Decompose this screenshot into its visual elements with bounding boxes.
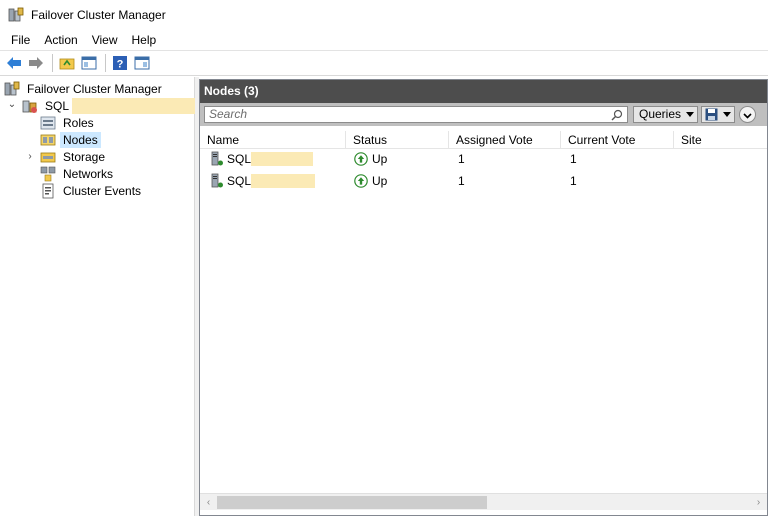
node-status: Up (372, 174, 388, 188)
nodes-icon (40, 132, 56, 148)
dropdown-arrow-icon (723, 112, 731, 117)
search-bar: Search Queries (200, 103, 767, 126)
tree-item-cluster[interactable]: SQL (22, 97, 199, 114)
redacted-node-name (251, 174, 316, 188)
toolbar: ? (0, 50, 768, 76)
window-title: Failover Cluster Manager (31, 8, 166, 22)
nodes-pane: Nodes (3) Search Queries Name Status Ass… (199, 79, 768, 516)
tree-item-label: Roles (63, 115, 94, 130)
tree-item-label: Storage (63, 149, 106, 164)
table-row[interactable]: SQL Up 1 1 (200, 148, 767, 170)
site-cell (682, 170, 762, 192)
save-query-button[interactable] (701, 106, 735, 123)
failover-cluster-icon (8, 7, 24, 23)
node-name-cell: SQL (210, 148, 346, 170)
up-folder-icon[interactable] (57, 53, 77, 73)
back-arrow-icon[interactable] (4, 53, 24, 73)
queries-button[interactable]: Queries (633, 106, 698, 123)
scroll-left-icon[interactable]: ‹ (200, 494, 217, 511)
server-node-icon (210, 151, 224, 167)
tree-item-label: Nodes (60, 131, 101, 148)
tree-cluster-label: SQL (45, 98, 70, 113)
svg-text:?: ? (117, 59, 124, 71)
redacted-cluster-name (72, 97, 199, 114)
pane-title: Nodes (3) (200, 80, 767, 103)
column-header-current-vote[interactable]: Current Vote (561, 131, 674, 149)
toolbar-separator (105, 54, 106, 72)
tree-item-storage[interactable]: Storage (40, 148, 108, 165)
assigned-vote-cell: 1 (458, 152, 465, 166)
roles-icon (40, 115, 56, 131)
forward-arrow-icon[interactable] (26, 53, 46, 73)
tree-item-label: Networks (63, 166, 114, 181)
cluster-icon (22, 98, 38, 114)
tree-root-failover-cluster-manager[interactable]: Failover Cluster Manager (4, 80, 165, 97)
dropdown-arrow-icon (686, 112, 694, 117)
title-bar: Failover Cluster Manager (0, 0, 768, 30)
column-header-status[interactable]: Status (346, 131, 449, 149)
scrollbar-thumb[interactable] (217, 496, 487, 509)
node-status-cell: Up (354, 148, 449, 170)
cluster-events-icon (40, 183, 56, 199)
column-header-name[interactable]: Name (200, 131, 346, 149)
search-input[interactable]: Search (204, 106, 628, 123)
node-name-cell: SQL (210, 170, 346, 192)
node-status-cell: Up (354, 170, 449, 192)
show-hide-console-tree-icon[interactable] (79, 53, 99, 73)
column-header-site[interactable]: Site (674, 131, 767, 149)
help-icon[interactable]: ? (110, 53, 130, 73)
menu-action[interactable]: Action (37, 30, 84, 50)
site-cell (682, 148, 762, 170)
assigned-vote-cell: 1 (458, 174, 465, 188)
redacted-node-name (251, 152, 314, 166)
table-row[interactable]: SQL Up 1 1 (200, 170, 767, 192)
menu-bar: File Action View Help (0, 30, 768, 50)
console-tree: Failover Cluster Manager ⌄ SQL Roles Nod… (0, 77, 199, 516)
node-name: SQL (227, 174, 252, 188)
node-status: Up (372, 152, 388, 166)
queries-label: Queries (639, 107, 682, 121)
status-up-icon (354, 174, 368, 188)
expand-collapse-button[interactable] (739, 106, 756, 123)
chevron-down-icon (743, 108, 752, 122)
search-icon[interactable] (611, 109, 623, 121)
storage-icon (40, 149, 56, 165)
status-up-icon (354, 152, 368, 166)
menu-view[interactable]: View (85, 30, 125, 50)
tree-item-cluster-events[interactable]: Cluster Events (40, 182, 144, 199)
current-vote-cell: 1 (570, 152, 577, 166)
column-header-row: Name Status Assigned Vote Current Vote S… (200, 131, 767, 149)
tree-root-label: Failover Cluster Manager (27, 81, 162, 96)
column-header-assigned-vote[interactable]: Assigned Vote (449, 131, 561, 149)
tree-item-roles[interactable]: Roles (40, 114, 97, 131)
server-node-icon (210, 173, 224, 189)
chevron-right-icon[interactable]: › (25, 152, 35, 162)
tree-item-nodes[interactable]: Nodes (40, 131, 101, 148)
toolbar-separator (52, 54, 53, 72)
tree-item-label: Cluster Events (63, 183, 142, 198)
horizontal-scrollbar[interactable]: ‹ › (200, 493, 767, 510)
networks-icon (40, 166, 56, 182)
search-placeholder: Search (209, 107, 248, 121)
scroll-right-icon[interactable]: › (750, 494, 767, 511)
save-icon (705, 108, 718, 124)
tree-item-networks[interactable]: Networks (40, 165, 116, 182)
failover-cluster-icon (4, 81, 20, 97)
show-action-pane-icon[interactable] (132, 53, 152, 73)
chevron-down-icon[interactable]: ⌄ (7, 100, 17, 110)
current-vote-cell: 1 (570, 174, 577, 188)
menu-help[interactable]: Help (125, 30, 164, 50)
node-name: SQL (227, 152, 252, 166)
menu-file[interactable]: File (4, 30, 37, 50)
